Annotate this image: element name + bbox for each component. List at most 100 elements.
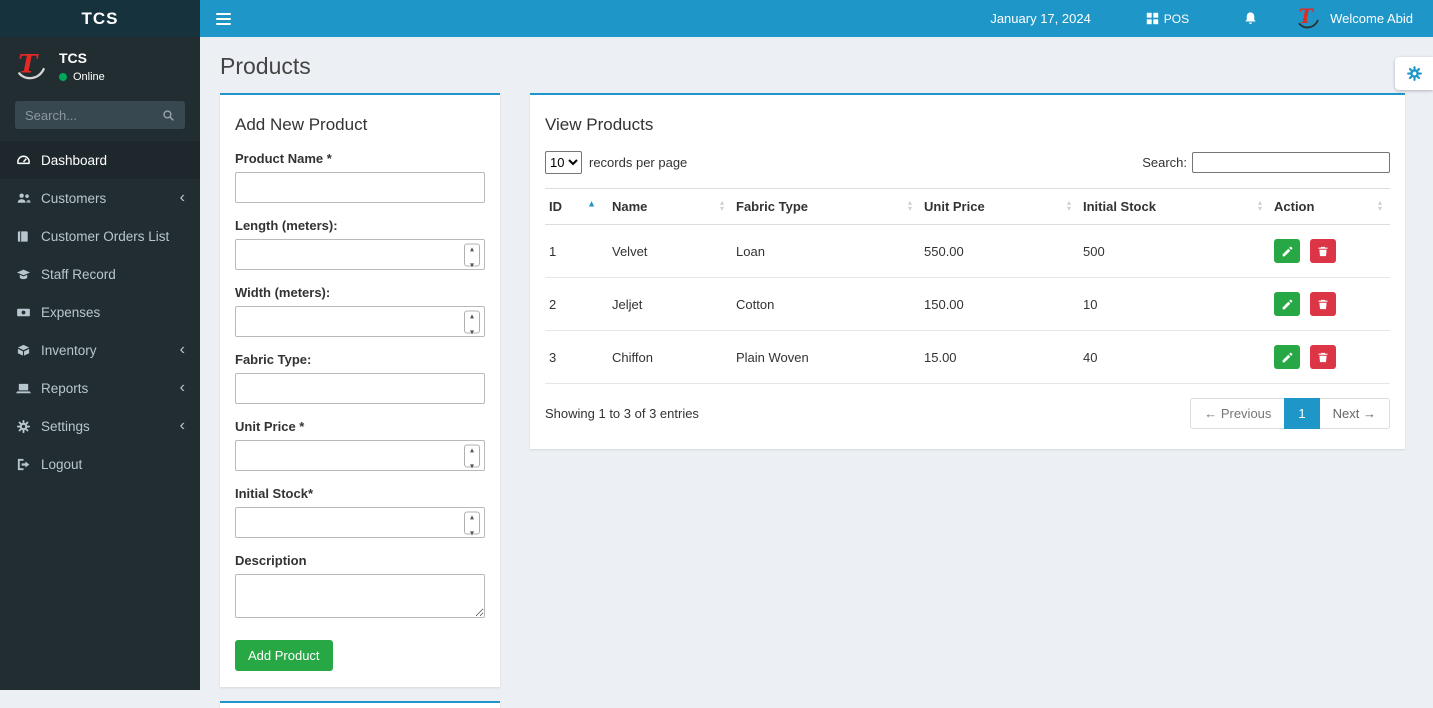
number-spinner[interactable]	[464, 444, 480, 467]
sidebar-item-staff-record[interactable]: Staff Record	[0, 255, 200, 293]
cell-unit-price: 15.00	[920, 331, 1079, 384]
spinner-up-icon[interactable]	[470, 239, 474, 255]
gear-icon	[15, 418, 31, 434]
table-search-label: Search:	[1142, 155, 1187, 170]
page-size-select[interactable]: 10	[545, 151, 582, 174]
width-input[interactable]	[235, 306, 485, 337]
column-header-unit-price[interactable]: Unit Price	[920, 189, 1079, 225]
product-name-group: Product Name *	[235, 151, 485, 203]
brand-text: TCS	[82, 9, 119, 29]
money-icon	[15, 304, 31, 320]
edit-button[interactable]	[1274, 239, 1300, 263]
sidebar-item-logout[interactable]: Logout	[0, 445, 200, 483]
cell-id: 2	[545, 278, 608, 331]
table-row: 3 Chiffon Plain Woven 15.00 40	[545, 331, 1390, 384]
pagination-page-1-button[interactable]: 1	[1284, 398, 1319, 429]
table-header-row: ID Name Fabric Type Unit Price Initial S…	[545, 189, 1390, 225]
edit-pencil-icon	[1281, 245, 1294, 258]
page-title: Products	[220, 53, 1413, 80]
customers-icon	[15, 190, 31, 206]
add-product-button[interactable]: Add Product	[235, 640, 333, 671]
column-header-action[interactable]: Action	[1270, 189, 1390, 225]
column-header-id[interactable]: ID	[545, 189, 608, 225]
unit-price-group: Unit Price *	[235, 419, 485, 471]
column-header-name[interactable]: Name	[608, 189, 732, 225]
topbar: TCS January 17, 2024 POS T	[0, 0, 1433, 37]
spinner-up-icon[interactable]	[470, 306, 474, 322]
unit-price-label: Unit Price *	[235, 419, 485, 434]
pagination-previous-button[interactable]: ← Previous	[1190, 398, 1285, 429]
cell-name: Velvet	[608, 225, 732, 278]
pos-link[interactable]: POS	[1146, 12, 1189, 26]
cell-name: Chiffon	[608, 331, 732, 384]
unit-price-input[interactable]	[235, 440, 485, 471]
description-textarea[interactable]	[235, 574, 485, 618]
cell-id: 1	[545, 225, 608, 278]
brand-logo-topbar[interactable]: TCS	[0, 0, 200, 37]
initial-stock-input[interactable]	[235, 507, 485, 538]
sidebar-item-label: Reports	[41, 381, 88, 396]
spinner-down-icon[interactable]	[470, 255, 474, 271]
sidebar-item-label: Inventory	[41, 343, 97, 358]
notifications-button[interactable]	[1237, 10, 1264, 27]
column-header-initial-stock[interactable]: Initial Stock	[1079, 189, 1270, 225]
fabric-type-label: Fabric Type:	[235, 352, 485, 367]
chevron-left-icon: ‹	[180, 190, 185, 206]
sidebar-item-label: Customers	[41, 191, 106, 206]
spinner-up-icon[interactable]	[470, 507, 474, 523]
hamburger-menu-button[interactable]	[200, 0, 247, 37]
add-product-title: Add New Product	[235, 115, 485, 135]
length-group: Length (meters):	[235, 218, 485, 270]
sidebar-search-input[interactable]	[15, 101, 152, 129]
welcome-user-label: Welcome Abid	[1330, 11, 1413, 26]
content-header: Products	[200, 37, 1433, 93]
sidebar-item-inventory[interactable]: Inventory ‹	[0, 331, 200, 369]
search-icon	[162, 109, 175, 122]
user-menu[interactable]: T Welcome Abid	[1296, 7, 1413, 31]
sidebar-item-expenses[interactable]: Expenses	[0, 293, 200, 331]
sidebar-item-customer-orders-list[interactable]: Customer Orders List	[0, 217, 200, 255]
delete-button[interactable]	[1310, 239, 1336, 263]
current-date: January 17, 2024	[990, 11, 1090, 26]
sort-icon	[720, 200, 724, 214]
table-search-input[interactable]	[1192, 152, 1390, 173]
spinner-down-icon[interactable]	[470, 456, 474, 472]
sidebar-item-customers[interactable]: Customers ‹	[0, 179, 200, 217]
length-input[interactable]	[235, 239, 485, 270]
delete-button[interactable]	[1310, 292, 1336, 316]
spinner-down-icon[interactable]	[470, 322, 474, 338]
trash-icon	[1317, 351, 1329, 364]
edit-button[interactable]	[1274, 345, 1300, 369]
fabric-type-group: Fabric Type:	[235, 352, 485, 404]
spinner-down-icon[interactable]	[470, 523, 474, 539]
sidebar-brand-name: TCS	[59, 50, 105, 66]
initial-stock-group: Initial Stock*	[235, 486, 485, 538]
pagination-next-button[interactable]: Next →	[1319, 398, 1390, 429]
cell-initial-stock: 500	[1079, 225, 1270, 278]
spinner-up-icon[interactable]	[470, 440, 474, 456]
sort-asc-icon	[587, 195, 596, 210]
edit-button[interactable]	[1274, 292, 1300, 316]
initial-stock-label: Initial Stock*	[235, 486, 485, 501]
product-name-input[interactable]	[235, 172, 485, 203]
table-controls: 10 records per page Search:	[545, 151, 1390, 174]
description-label: Description	[235, 553, 485, 568]
control-sidebar-toggle-button[interactable]	[1395, 57, 1433, 90]
fabric-type-input[interactable]	[235, 373, 485, 404]
view-products-panel: View Products 10 records per page Search…	[530, 93, 1405, 449]
reports-icon	[15, 380, 31, 396]
sidebar-item-reports[interactable]: Reports ‹	[0, 369, 200, 407]
sidebar-search-button[interactable]	[152, 101, 185, 129]
column-header-fabric-type[interactable]: Fabric Type	[732, 189, 920, 225]
delete-button[interactable]	[1310, 345, 1336, 369]
length-label: Length (meters):	[235, 218, 485, 233]
number-spinner[interactable]	[464, 511, 480, 534]
trash-icon	[1317, 298, 1329, 311]
number-spinner[interactable]	[464, 243, 480, 266]
sort-icon	[1258, 200, 1262, 214]
sidebar-item-settings[interactable]: Settings ‹	[0, 407, 200, 445]
sidebar-item-dashboard[interactable]: Dashboard	[0, 141, 200, 179]
width-label: Width (meters):	[235, 285, 485, 300]
chevron-left-icon: ‹	[180, 380, 185, 396]
number-spinner[interactable]	[464, 310, 480, 333]
